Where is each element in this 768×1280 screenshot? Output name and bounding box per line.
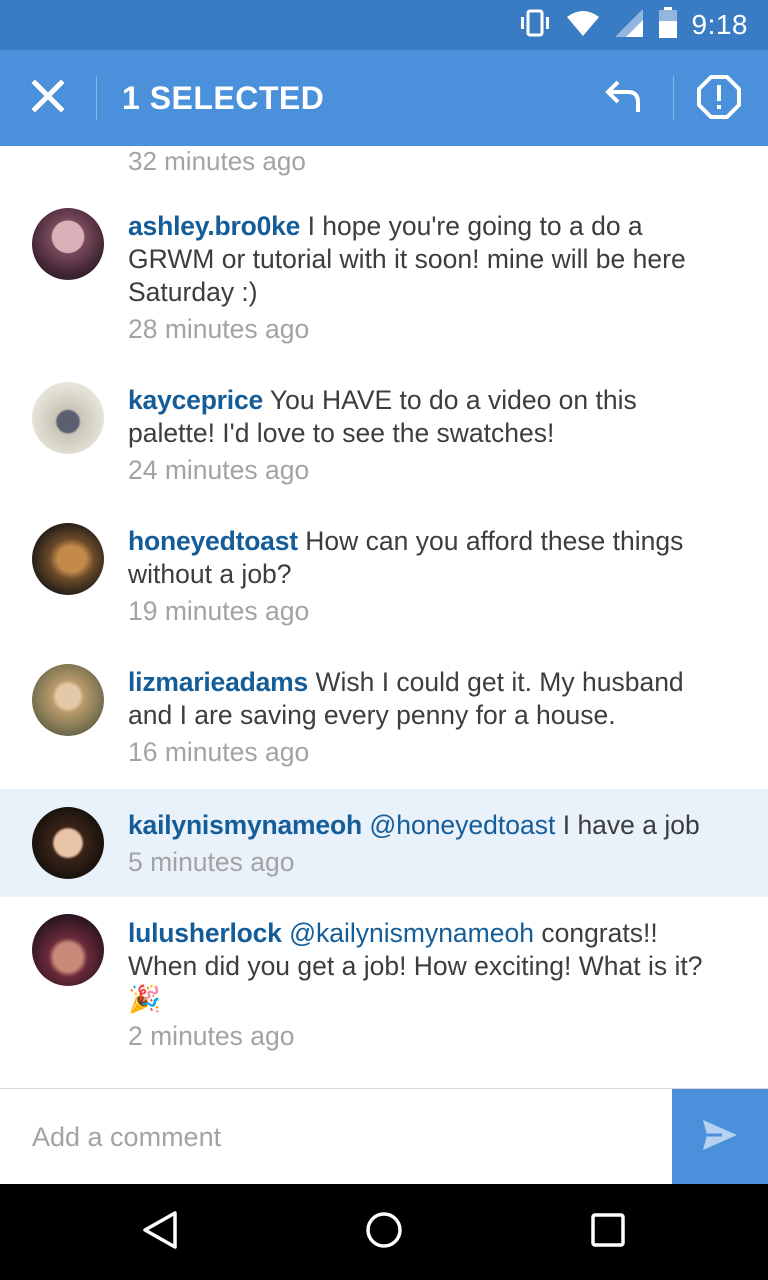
avatar[interactable]: [32, 208, 104, 280]
comment-body: lulusherlock @kailynismynameoh congrats!…: [128, 917, 728, 1053]
avatar[interactable]: [32, 664, 104, 736]
battery-icon: [658, 6, 678, 44]
app-bar-divider: [673, 76, 674, 120]
comment-mention[interactable]: @kailynismynameoh: [289, 918, 534, 948]
wifi-icon: [566, 9, 600, 42]
comment-username[interactable]: lulusherlock: [128, 918, 282, 948]
home-button[interactable]: [360, 1208, 408, 1256]
back-button[interactable]: [136, 1208, 184, 1256]
comment-mention[interactable]: @honeyedtoast: [369, 810, 555, 840]
comment-body: kailynismynameoh @honeyedtoast I have a …: [128, 809, 728, 879]
comment-body: kayceprice You HAVE to do a video on thi…: [128, 384, 728, 487]
recents-button[interactable]: [584, 1208, 632, 1256]
comment-body: honeyedtoast How can you afford these th…: [128, 525, 728, 628]
home-icon: [364, 1210, 404, 1255]
avatar[interactable]: [32, 382, 104, 454]
selection-action-bar: 1 SELECTED: [0, 50, 768, 146]
comment-timestamp: 24 minutes ago: [128, 455, 310, 485]
comment-body: lizmarieadams Wish I could get it. My hu…: [128, 666, 728, 769]
comment-body: ashley.bro0ke I hope you're going to a d…: [128, 210, 728, 346]
comment-timestamp: 2 minutes ago: [128, 1021, 295, 1051]
report-icon: [697, 74, 741, 124]
previous-comment-timestamp: 32 minutes ago: [128, 146, 306, 176]
comment-username[interactable]: lizmarieadams: [128, 667, 308, 697]
report-button[interactable]: [692, 72, 746, 126]
comments-list[interactable]: 32 minutes ago ashley.bro0ke I hope you'…: [0, 146, 768, 1088]
comment-username[interactable]: kayceprice: [128, 385, 263, 415]
send-button[interactable]: [672, 1089, 768, 1185]
comment-timestamp: 28 minutes ago: [128, 314, 310, 344]
back-icon: [141, 1210, 179, 1255]
close-icon: [31, 78, 65, 118]
system-nav-bar: [0, 1184, 768, 1280]
avatar[interactable]: [32, 807, 104, 879]
app-bar-divider: [96, 76, 97, 120]
comment-input[interactable]: [0, 1089, 672, 1185]
status-bar: 9:18: [0, 0, 768, 50]
recents-icon: [590, 1212, 626, 1253]
comment-timestamp: 16 minutes ago: [128, 737, 310, 767]
comment-username[interactable]: kailynismynameoh: [128, 810, 362, 840]
comment-row-selected[interactable]: kailynismynameoh @honeyedtoast I have a …: [0, 789, 768, 897]
comment-timestamp: 5 minutes ago: [128, 847, 295, 877]
comment-username[interactable]: honeyedtoast: [128, 526, 298, 556]
signal-icon: [614, 8, 644, 43]
selection-count-title: 1 SELECTED: [122, 80, 325, 116]
comment-text: I have a job: [562, 810, 700, 840]
add-comment-bar: [0, 1088, 768, 1185]
comment-row[interactable]: honeyedtoast How can you afford these th…: [0, 507, 768, 648]
reply-button[interactable]: [598, 72, 650, 124]
comment-row[interactable]: kayceprice You HAVE to do a video on thi…: [0, 366, 768, 507]
close-selection-button[interactable]: [22, 72, 74, 124]
avatar[interactable]: [32, 523, 104, 595]
clock: 9:18: [691, 9, 748, 40]
send-icon: [702, 1119, 738, 1156]
comment-row[interactable]: lulusherlock @kailynismynameoh congrats!…: [0, 897, 768, 1087]
avatar[interactable]: [32, 914, 104, 986]
reply-icon: [604, 76, 644, 121]
comment-username[interactable]: ashley.bro0ke: [128, 211, 300, 241]
status-icons: 9:18: [518, 6, 749, 44]
comment-row[interactable]: lizmarieadams Wish I could get it. My hu…: [0, 648, 768, 789]
vibrate-icon: [518, 8, 552, 43]
comment-row[interactable]: ashley.bro0ke I hope you're going to a d…: [0, 190, 768, 366]
comment-timestamp: 19 minutes ago: [128, 596, 310, 626]
